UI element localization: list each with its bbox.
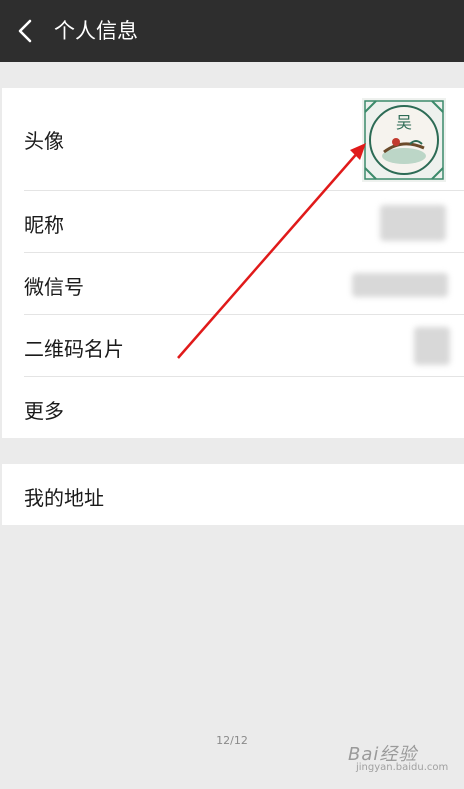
- address-group: 我的地址: [2, 464, 464, 525]
- row-avatar[interactable]: 头像 吴: [2, 88, 464, 190]
- row-label: 头像: [24, 129, 64, 153]
- avatar-glyph: 吴: [396, 113, 412, 132]
- row-more[interactable]: 更多: [2, 377, 464, 438]
- row-label: 昵称: [24, 213, 64, 237]
- blurred-wechat-id: [352, 273, 448, 297]
- row-label: 二维码名片: [24, 337, 124, 361]
- row-address[interactable]: 我的地址: [2, 464, 464, 525]
- row-label: 微信号: [24, 275, 84, 299]
- row-wechat-id[interactable]: 微信号: [2, 253, 464, 314]
- row-label: 我的地址: [24, 486, 104, 510]
- watermark-sub: jingyan.baidu.com: [356, 762, 449, 773]
- blurred-qr-icon: [414, 327, 450, 365]
- row-nickname[interactable]: 昵称: [2, 191, 464, 252]
- chevron-left-icon[interactable]: [14, 17, 38, 45]
- profile-group: 头像 吴 昵称 微信号 二维码名片 更多: [2, 88, 464, 438]
- page-title: 个人信息: [54, 19, 138, 43]
- row-qr-card[interactable]: 二维码名片: [2, 315, 464, 376]
- avatar[interactable]: 吴: [362, 98, 446, 182]
- blurred-nickname: [380, 205, 446, 241]
- row-label: 更多: [24, 399, 64, 423]
- top-bar: 个人信息: [0, 0, 464, 62]
